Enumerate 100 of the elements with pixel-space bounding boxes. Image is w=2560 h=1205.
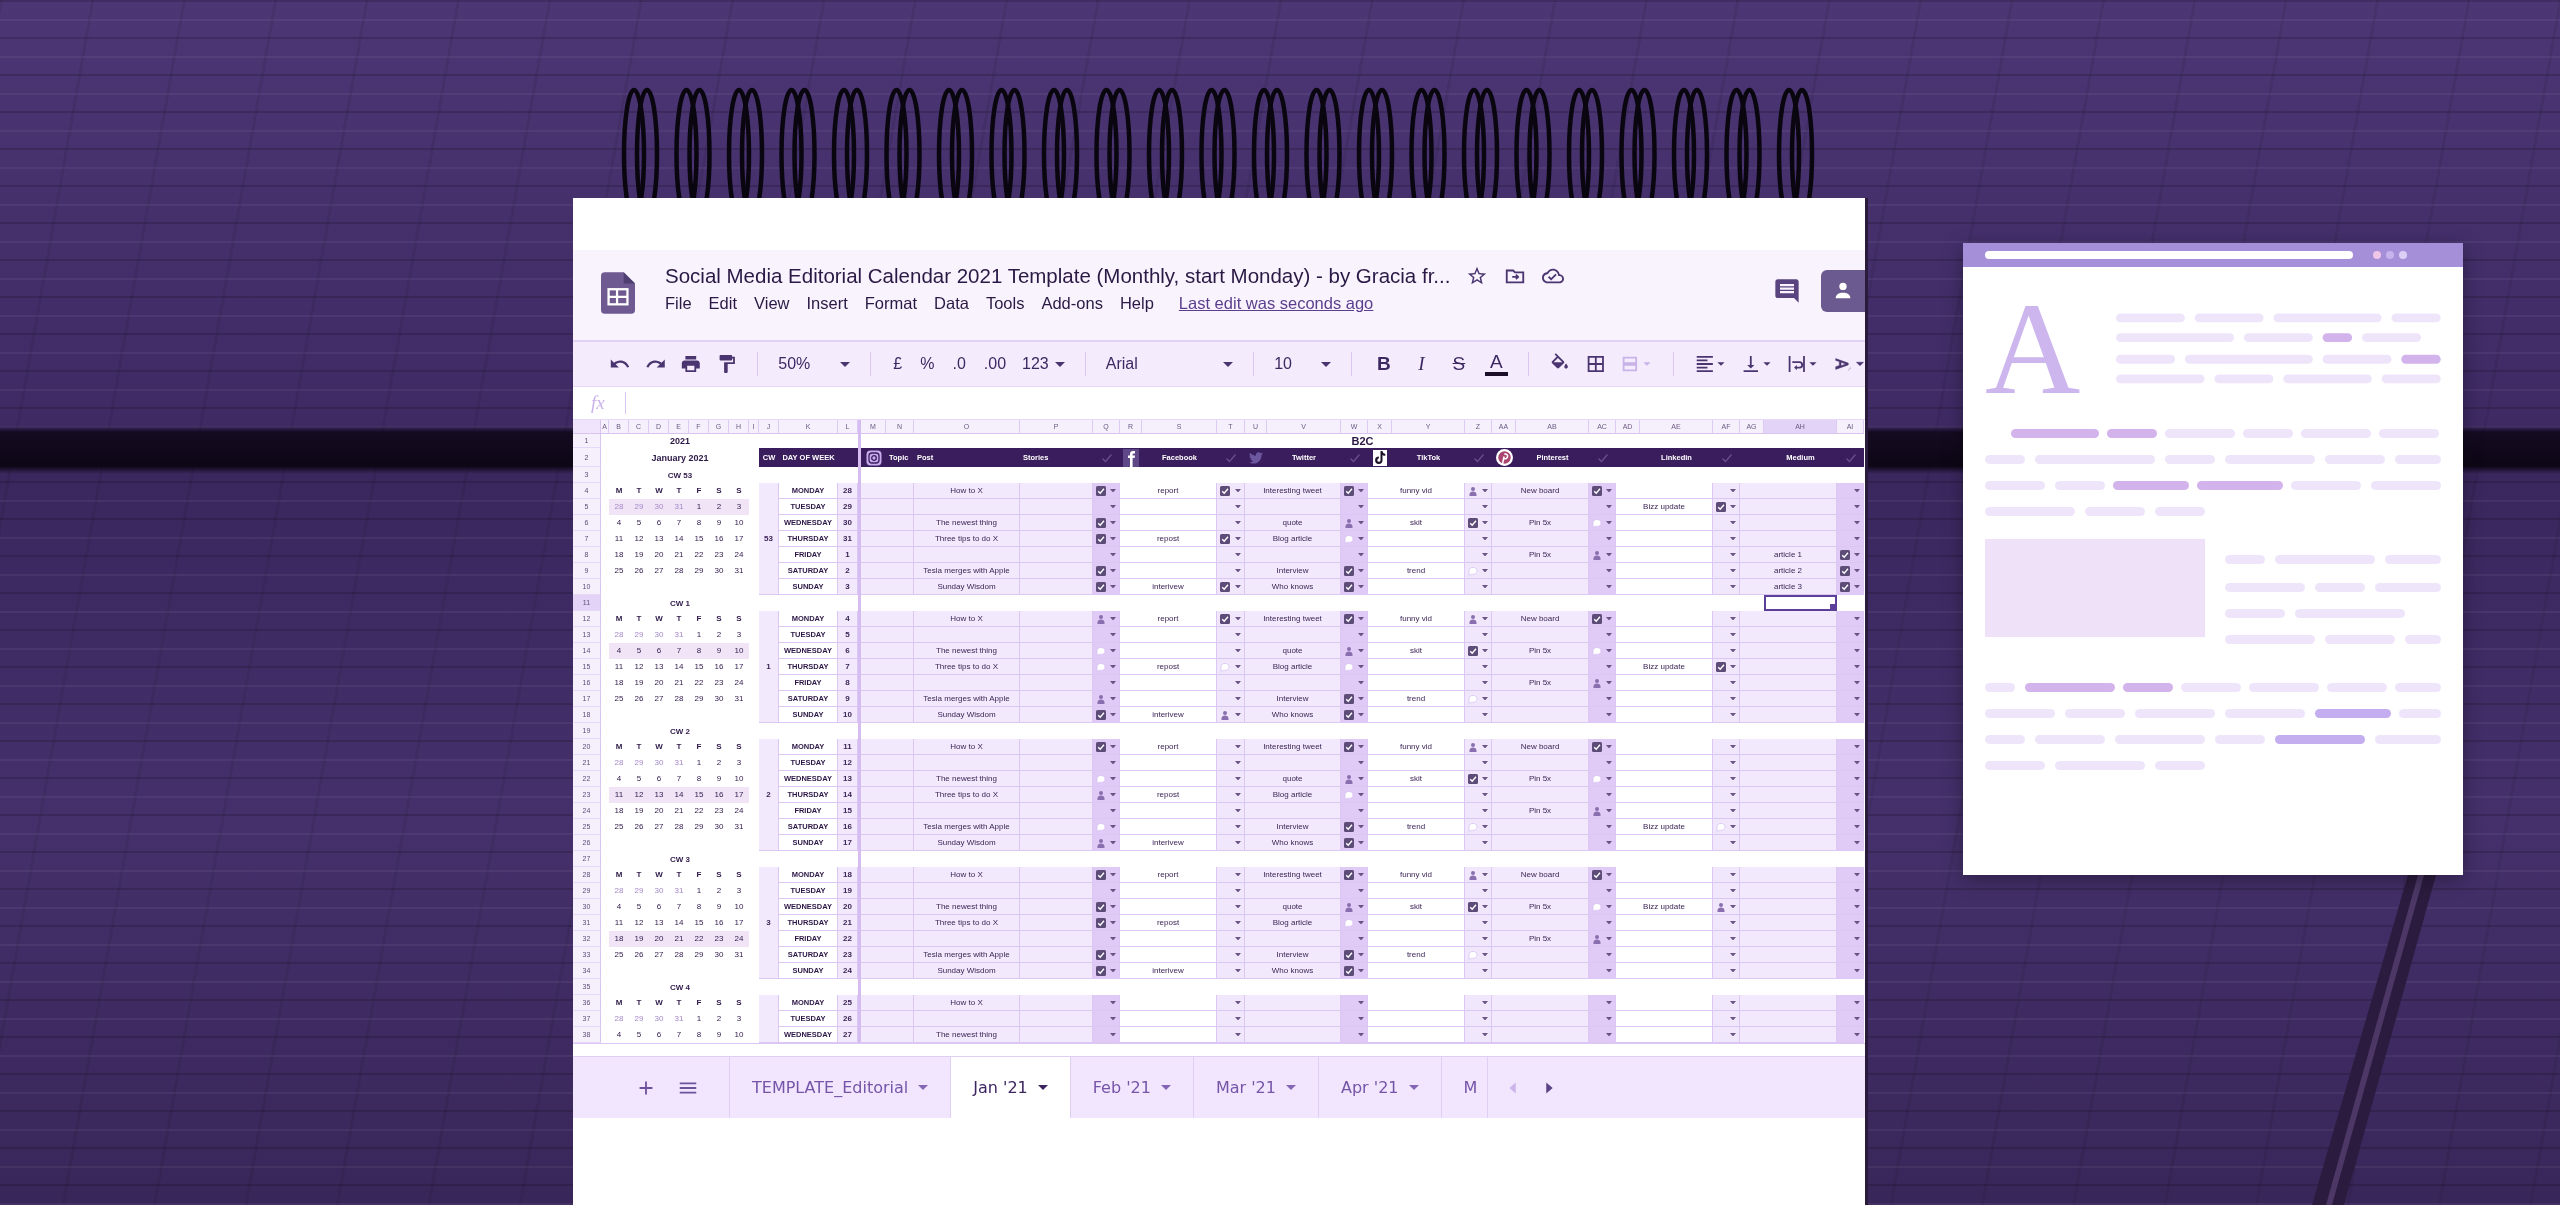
status-dropdown[interactable] [1341,915,1368,931]
status-dropdown[interactable] [1713,531,1740,547]
calendar-day[interactable]: 11 [609,659,629,675]
status-dropdown[interactable] [1837,739,1864,755]
status-dropdown[interactable] [1093,739,1120,755]
status-dropdown[interactable] [1217,1027,1245,1043]
status-dropdown[interactable] [1713,803,1740,819]
menu-item[interactable]: Help [1119,294,1154,313]
status-dropdown[interactable] [1465,515,1492,531]
status-dropdown[interactable] [1341,1027,1368,1043]
calendar-day[interactable]: 19 [629,931,649,947]
status-dropdown[interactable] [1713,515,1740,531]
calendar-day[interactable]: 26 [629,947,649,963]
calendar-day[interactable]: 12 [629,915,649,931]
status-dropdown[interactable] [1589,691,1616,707]
status-dropdown[interactable] [1837,899,1864,915]
status-dropdown[interactable] [1713,579,1740,595]
calendar-day[interactable]: 3 [729,883,749,899]
status-dropdown[interactable] [1589,803,1616,819]
calendar-day[interactable]: 27 [649,691,669,707]
status-dropdown[interactable] [1465,899,1492,915]
status-dropdown[interactable] [1589,579,1616,595]
status-dropdown[interactable] [1341,755,1368,771]
status-dropdown[interactable] [1465,691,1492,707]
status-dropdown[interactable] [1217,883,1245,899]
status-dropdown[interactable] [1093,995,1120,1011]
text-wrap-icon[interactable] [1786,353,1819,375]
calendar-day[interactable]: 7 [669,515,689,531]
calendar-day[interactable]: 24 [729,547,749,563]
status-dropdown[interactable] [1093,515,1120,531]
calendar-day[interactable]: 15 [689,787,709,803]
format-button[interactable]: I [1409,353,1434,375]
status-dropdown[interactable] [1589,963,1616,979]
status-dropdown[interactable] [1341,787,1368,803]
calendar-day[interactable]: 8 [689,899,709,915]
status-dropdown[interactable] [1217,819,1245,835]
calendar-day[interactable]: 29 [689,563,709,579]
status-dropdown[interactable] [1093,819,1120,835]
status-dropdown[interactable] [1341,579,1368,595]
calendar-day[interactable]: 23 [709,931,729,947]
calendar-day[interactable]: 2 [709,1011,729,1027]
status-dropdown[interactable] [1217,515,1245,531]
calendar-day[interactable]: 20 [649,803,669,819]
status-dropdown[interactable] [1465,659,1492,675]
status-dropdown[interactable] [1713,659,1740,675]
status-dropdown[interactable] [1713,915,1740,931]
status-dropdown[interactable] [1093,611,1120,627]
status-dropdown[interactable] [1093,787,1120,803]
menu-item[interactable]: View [754,294,790,313]
calendar-day[interactable]: 23 [709,675,729,691]
calendar-day[interactable]: 25 [609,947,629,963]
menu-item[interactable]: Add-ons [1041,294,1103,313]
status-dropdown[interactable] [1093,899,1120,915]
status-dropdown[interactable] [1589,499,1616,515]
status-dropdown[interactable] [1465,739,1492,755]
calendar-day[interactable]: 21 [669,803,689,819]
status-dropdown[interactable] [1837,483,1864,499]
calendar-day[interactable]: 1 [689,1011,709,1027]
calendar-day[interactable]: 7 [669,1027,689,1043]
status-dropdown[interactable] [1217,787,1245,803]
calendar-day[interactable]: 18 [609,803,629,819]
calendar-day[interactable]: 7 [669,899,689,915]
calendar-day[interactable]: 8 [689,515,709,531]
status-dropdown[interactable] [1217,675,1245,691]
calendar-day[interactable]: 14 [669,659,689,675]
status-dropdown[interactable] [1465,627,1492,643]
status-dropdown[interactable] [1093,835,1120,851]
status-dropdown[interactable] [1341,819,1368,835]
calendar-day[interactable]: 11 [609,787,629,803]
status-dropdown[interactable] [1217,611,1245,627]
status-dropdown[interactable] [1589,835,1616,851]
status-dropdown[interactable] [1093,547,1120,563]
status-dropdown[interactable] [1217,531,1245,547]
menu-item[interactable]: Format [864,294,918,313]
calendar-day[interactable]: 16 [709,531,729,547]
menu-item[interactable]: Insert [806,294,848,313]
calendar-day[interactable]: 5 [629,515,649,531]
status-dropdown[interactable] [1713,771,1740,787]
calendar-day[interactable]: 5 [629,1027,649,1043]
calendar-day[interactable]: 10 [729,643,749,659]
status-dropdown[interactable] [1093,947,1120,963]
sheet-tab[interactable]: M [1441,1057,1489,1118]
calendar-day[interactable]: 22 [689,803,709,819]
status-dropdown[interactable] [1713,835,1740,851]
status-dropdown[interactable] [1465,483,1492,499]
status-dropdown[interactable] [1341,563,1368,579]
calendar-day[interactable]: 9 [709,1027,729,1043]
calendar-day[interactable]: 18 [609,931,629,947]
status-dropdown[interactable] [1465,931,1492,947]
status-dropdown[interactable] [1713,707,1740,723]
status-dropdown[interactable] [1217,739,1245,755]
calendar-day[interactable]: 16 [709,787,729,803]
print-icon[interactable] [680,353,702,375]
status-dropdown[interactable] [1341,995,1368,1011]
status-dropdown[interactable] [1465,1011,1492,1027]
format-button[interactable]: A [1484,352,1509,376]
status-dropdown[interactable] [1093,883,1120,899]
status-dropdown[interactable] [1837,995,1864,1011]
status-dropdown[interactable] [1589,739,1616,755]
calendar-day[interactable]: 26 [629,691,649,707]
